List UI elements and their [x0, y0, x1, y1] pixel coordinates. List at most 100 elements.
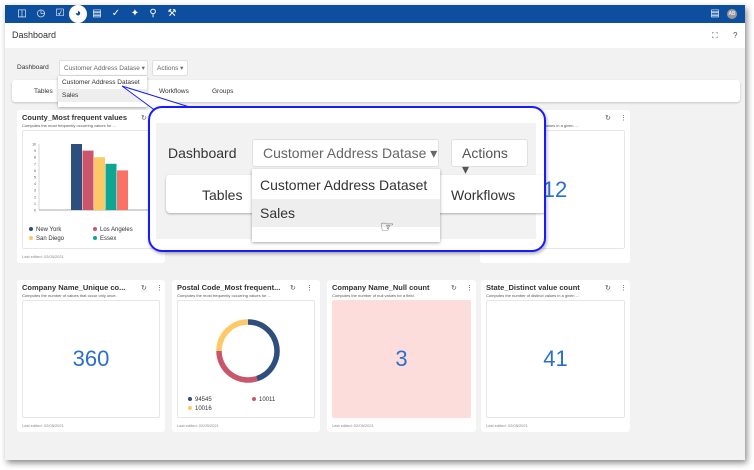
actions-button[interactable]: Actions ▾ — [451, 139, 528, 177]
card-postal-frequent: Postal Code_Most frequent... Computes th… — [172, 280, 320, 432]
y-tick-label: 2 — [34, 195, 36, 199]
legend-dot — [188, 397, 192, 402]
help-icon[interactable]: ? — [733, 31, 737, 40]
metric-value: 41 — [543, 346, 568, 371]
dashboard-label: Dashboard — [168, 145, 237, 161]
metric-value: 3 — [395, 346, 408, 371]
card-company-unique: Company Name_Unique co... Computes the n… — [17, 280, 165, 432]
bar-chart: 0 1 2 3 4 5 6 7 8 9 10 — [32, 143, 159, 213]
y-tick-label: 0 — [34, 209, 36, 213]
dataset-select[interactable]: Customer Address Datase ▾ — [59, 60, 148, 76]
value-area: 360 — [22, 300, 160, 418]
card-state-distinct: State_Distinct value count Computes the … — [481, 280, 630, 432]
chart-area: 0 1 2 3 4 5 6 7 8 9 10 New York Los Angeles San Die… — [22, 130, 160, 249]
refresh-icon[interactable]: ↻ — [605, 114, 611, 122]
hand-cursor-icon: ☞ — [380, 219, 395, 236]
more-icon[interactable]: ⋮ — [620, 284, 627, 292]
dataset-select-value: Customer Address Datase — [263, 145, 427, 161]
last-edited: Last edited: 02/05/2021 — [486, 423, 528, 428]
refresh-icon[interactable]: ↻ — [290, 284, 296, 292]
bar — [82, 150, 94, 210]
y-tick-label: 9 — [34, 149, 36, 153]
chart-legend: 94545 10011 10016 — [188, 396, 275, 414]
y-tick-label: 8 — [34, 156, 36, 160]
value-area: 41 — [486, 300, 625, 418]
clock-icon[interactable]: ◷ — [34, 7, 48, 21]
card-subtitle: Computes the most frequently occurring v… — [22, 123, 116, 128]
more-icon[interactable]: ⋮ — [306, 284, 313, 292]
last-edited: Last edited: 02/05/2021 — [22, 254, 64, 259]
dropdown-option[interactable]: Customer Address Dataset — [252, 169, 440, 199]
donut-chart — [216, 319, 280, 383]
title-bar: Dashboard ⛶ ? — [5, 23, 745, 48]
tab-tables[interactable]: Tables — [202, 187, 242, 203]
legend-dot — [93, 236, 97, 241]
fullscreen-icon[interactable]: ⛶ — [712, 31, 718, 41]
more-icon[interactable]: ⋮ — [620, 114, 627, 122]
more-icon[interactable]: ⋮ — [156, 284, 163, 292]
value-area: 3 — [332, 300, 471, 418]
search-icon[interactable]: ⚲ — [146, 7, 160, 21]
metric-value: 360 — [72, 346, 110, 371]
tab-tables[interactable]: Tables — [34, 88, 53, 95]
legend-dot — [188, 406, 192, 411]
legend-label: Essex — [100, 236, 117, 242]
legend-label: 10011 — [259, 397, 276, 403]
actions-label: Actions — [462, 145, 508, 161]
legend-label: 10016 — [195, 406, 212, 412]
legend-label: New York — [36, 227, 62, 233]
dataset-dropdown: Customer Address Dataset Sales ☞ — [252, 169, 440, 242]
refresh-icon[interactable]: ↻ — [141, 284, 147, 292]
tab-groups[interactable]: Groups — [212, 88, 233, 95]
y-tick-label: 1 — [34, 202, 36, 206]
bar — [117, 170, 128, 210]
card-subtitle: Computes the number of values that occur… — [22, 293, 117, 298]
donut-slice — [216, 350, 258, 383]
bar — [94, 157, 105, 210]
dataset-select[interactable]: Customer Address Datase ▾ — [252, 139, 439, 167]
donut-slice — [247, 319, 280, 382]
y-tick-label: 3 — [34, 189, 36, 193]
refresh-icon[interactable]: ↻ — [141, 114, 147, 122]
y-tick-label: 6 — [34, 169, 36, 173]
card-title: Company Name_Null count — [332, 283, 430, 292]
dropdown-option[interactable]: Sales — [58, 89, 147, 102]
chart-area: 94545 10011 10016 — [177, 300, 315, 418]
y-tick-label: 4 — [34, 182, 36, 186]
more-icon[interactable]: ⋮ — [466, 284, 473, 292]
pin-icon[interactable]: ✦ — [128, 7, 142, 21]
card-subtitle: Computes the number of distinct values i… — [486, 293, 579, 298]
approve-icon[interactable]: ✓ — [109, 7, 123, 21]
checklist-icon[interactable]: ☑ — [53, 7, 67, 21]
last-edited: Last edited: 02/05/2021 — [177, 423, 219, 428]
tab-workflows[interactable]: Workflows — [159, 88, 189, 95]
document-icon[interactable]: ▤ — [90, 7, 104, 21]
y-tick-label: 7 — [34, 162, 36, 166]
avatar[interactable]: AB — [727, 9, 737, 19]
y-tick-label: 10 — [32, 143, 36, 147]
tab-workflows[interactable]: Workflows — [451, 187, 515, 203]
legend-label: 94545 — [195, 397, 212, 403]
bar — [71, 144, 82, 210]
last-edited: Last edited: 02/05/2021 — [332, 423, 374, 428]
top-nav-bar: ◫ ◷ ☑ ◕ ▤ ✓ ✦ ⚲ ⚒ ▤ AB — [5, 5, 745, 23]
notes-icon[interactable]: ▤ — [708, 7, 722, 21]
actions-button[interactable]: Actions ▾ — [152, 60, 188, 76]
card-subtitle: Computes the number of null values for a… — [332, 293, 415, 298]
dropdown-option[interactable]: Customer Address Dataset — [58, 76, 147, 89]
wrench-icon[interactable]: ⚒ — [165, 7, 179, 21]
card-company-null: Company Name_Null count Computes the num… — [327, 280, 476, 432]
card-title: Company Name_Unique co... — [22, 283, 126, 292]
legend-dot — [93, 227, 97, 232]
legend-label: Los Angeles — [100, 227, 133, 233]
dropdown-option[interactable]: Sales — [252, 199, 440, 227]
database-icon[interactable]: ◫ — [15, 7, 29, 21]
card-county-frequent: County_Most frequent values Computes the… — [17, 110, 165, 263]
y-tick-label: 5 — [34, 176, 36, 180]
chart-legend: New York Los Angeles San Diego Essex — [29, 226, 133, 244]
legend-label: San Diego — [36, 236, 65, 242]
actions-label: Actions — [157, 65, 179, 72]
refresh-icon[interactable]: ↻ — [451, 284, 457, 292]
refresh-icon[interactable]: ↻ — [605, 284, 611, 292]
dashboard-icon[interactable]: ◕ — [69, 5, 87, 23]
